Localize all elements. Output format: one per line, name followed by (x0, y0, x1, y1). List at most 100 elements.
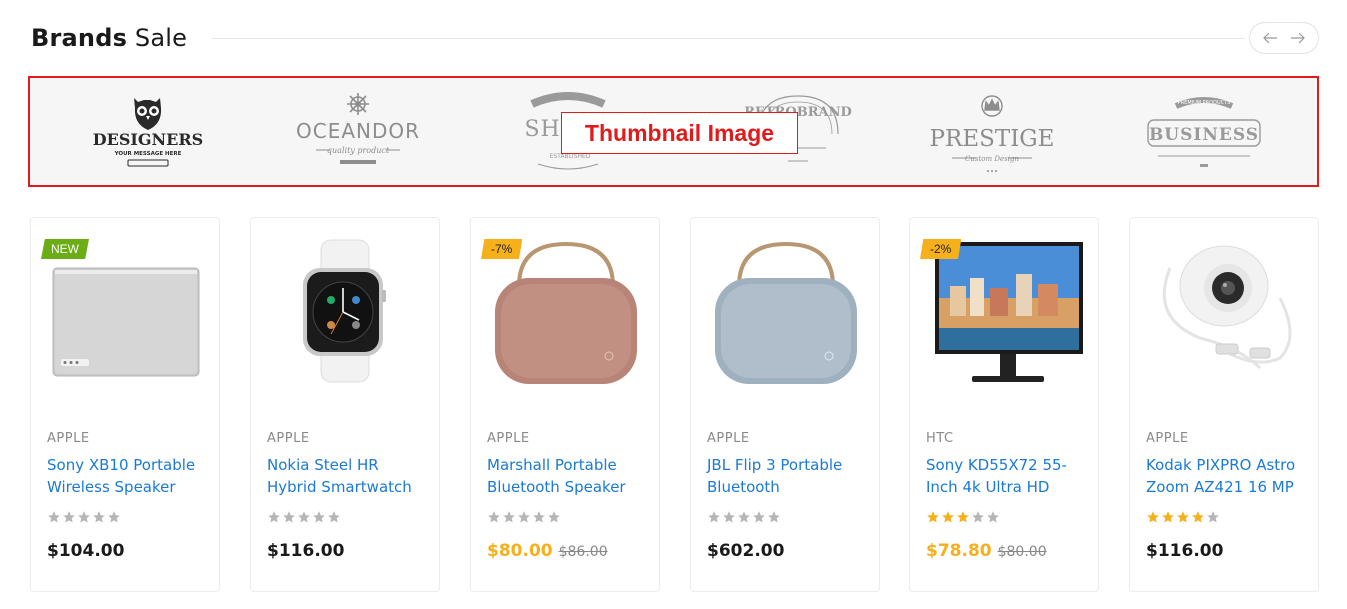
star-icon (1162, 511, 1174, 523)
discount-badge: -2% (920, 239, 962, 259)
product-brand: APPLE (267, 431, 310, 446)
arrow-right-icon[interactable] (1290, 32, 1305, 44)
product-card[interactable]: APPLE Nokia Steel HR Hybrid Smartwatch $… (250, 217, 440, 592)
old-price: $86.00 (558, 544, 608, 560)
product-name-link[interactable]: JBL Flip 3 Portable Bluetooth (707, 454, 872, 498)
star-icon (768, 511, 780, 523)
star-icon (972, 511, 984, 523)
star-icon (957, 511, 969, 523)
ship-wheel-icon (347, 93, 369, 115)
star-icon (283, 511, 295, 523)
title-divider (212, 38, 1245, 39)
rating-stars (926, 510, 1000, 524)
svg-text:Custom Design: Custom Design (965, 155, 1019, 163)
section-header: Brands Sale (30, 22, 1319, 56)
star-icon (942, 511, 954, 523)
star-icon (708, 511, 720, 523)
product-name-link[interactable]: Sony XB10 Portable Wireless Speaker (47, 454, 212, 498)
product-price: $78.80 $80.00 (926, 541, 1047, 561)
svg-text:quality product: quality product (327, 146, 390, 155)
brand-logo-designers[interactable]: DESIGNERS YOUR MESSAGE HERE (58, 84, 238, 179)
star-icon (488, 511, 500, 523)
star-icon (328, 511, 340, 523)
ribbon-badge-icon (530, 92, 606, 108)
current-price: $602.00 (707, 541, 785, 561)
star-icon (753, 511, 765, 523)
star-icon (1207, 511, 1219, 523)
rating-stars (47, 510, 121, 524)
current-price: $104.00 (47, 541, 125, 561)
speaker-blue-icon[interactable] (701, 228, 871, 393)
product-card[interactable]: APPLE Kodak PIXPRO Astro Zoom AZ421 16 M… (1129, 217, 1319, 592)
old-price: $80.00 (997, 544, 1047, 560)
product-name-link[interactable]: Sony KD55X72 55-Inch 4k Ultra HD (926, 454, 1091, 498)
product-card[interactable]: -2% HTC Sony KD55X72 55-Inch 4k Ultra HD… (909, 217, 1099, 592)
section-title-light: Sale (134, 24, 188, 52)
product-price: $104.00 (47, 541, 124, 561)
section-title: Brands Sale (31, 24, 187, 52)
star-icon (723, 511, 735, 523)
product-brand: APPLE (707, 431, 750, 446)
svg-text:PREMIUM PRODUCTS: PREMIUM PRODUCTS (1178, 100, 1231, 106)
rating-stars (707, 510, 781, 524)
product-brand: APPLE (47, 431, 90, 446)
product-card[interactable]: APPLE JBL Flip 3 Portable Bluetooth $602… (690, 217, 880, 592)
star-icon (108, 511, 120, 523)
product-name-link[interactable]: Nokia Steel HR Hybrid Smartwatch (267, 454, 432, 498)
rating-stars (487, 510, 561, 524)
brand-logo-oceandor[interactable]: OCEANDOR quality product (268, 84, 448, 179)
product-brand: APPLE (1146, 431, 1189, 446)
product-price: $116.00 (267, 541, 344, 561)
star-icon (78, 511, 90, 523)
discount-badge: -7% (481, 239, 523, 259)
thumbnail-image-label: Thumbnail Image (561, 112, 798, 154)
current-price: $116.00 (267, 541, 345, 561)
product-grid: NEW APPLE Sony XB10 Portable Wireless Sp… (30, 217, 1320, 592)
rating-stars (1146, 510, 1220, 524)
star-icon (1192, 511, 1204, 523)
svg-text:DESIGNERS: DESIGNERS (93, 130, 203, 149)
star-icon (48, 511, 60, 523)
star-icon (268, 511, 280, 523)
dome-camera-icon[interactable] (1140, 228, 1310, 393)
product-badge: NEW (41, 239, 89, 259)
svg-text:YOUR MESSAGE HERE: YOUR MESSAGE HERE (114, 151, 182, 157)
product-name-link[interactable]: Kodak PIXPRO Astro Zoom AZ421 16 MP (1146, 454, 1311, 498)
star-icon (533, 511, 545, 523)
svg-text:BUSINESS: BUSINESS (1149, 125, 1259, 145)
star-icon (1177, 511, 1189, 523)
carousel-nav (1249, 22, 1319, 54)
star-icon (548, 511, 560, 523)
arrow-left-icon[interactable] (1263, 32, 1278, 44)
star-icon (518, 511, 530, 523)
crown-icon (981, 95, 1003, 117)
product-price: $602.00 (707, 541, 784, 561)
star-icon (93, 511, 105, 523)
star-icon (298, 511, 310, 523)
star-icon (927, 511, 939, 523)
product-card[interactable]: -7% APPLE Marshall Portable Bluetooth Sp… (470, 217, 660, 592)
product-name-link[interactable]: Marshall Portable Bluetooth Speaker (487, 454, 652, 498)
product-price: $80.00 $86.00 (487, 541, 608, 561)
star-icon (313, 511, 325, 523)
brand-logo-business[interactable]: PREMIUM PRODUCTS BUSINESS (1114, 84, 1294, 179)
rating-stars (267, 510, 341, 524)
product-brand: HTC (926, 431, 954, 446)
svg-text:PRESTIGE: PRESTIGE (930, 126, 1055, 152)
star-icon (738, 511, 750, 523)
star-icon (63, 511, 75, 523)
svg-text:OCEANDOR: OCEANDOR (296, 119, 420, 143)
star-icon (987, 511, 999, 523)
product-price: $116.00 (1146, 541, 1223, 561)
current-price: $116.00 (1146, 541, 1224, 561)
current-price: $78.80 (926, 541, 992, 561)
current-price: $80.00 (487, 541, 553, 561)
star-icon (503, 511, 515, 523)
owl-icon (134, 98, 162, 130)
svg-text:ESTABLISHED: ESTABLISHED (550, 153, 591, 160)
brand-logo-prestige[interactable]: PRESTIGE Custom Design (902, 84, 1082, 179)
product-card[interactable]: NEW APPLE Sony XB10 Portable Wireless Sp… (30, 217, 220, 592)
section-title-bold: Brands (31, 24, 128, 52)
smartwatch-icon[interactable] (261, 228, 431, 393)
brand-logo-strip: DESIGNERS YOUR MESSAGE HERE OCEANDOR qua… (28, 76, 1319, 187)
